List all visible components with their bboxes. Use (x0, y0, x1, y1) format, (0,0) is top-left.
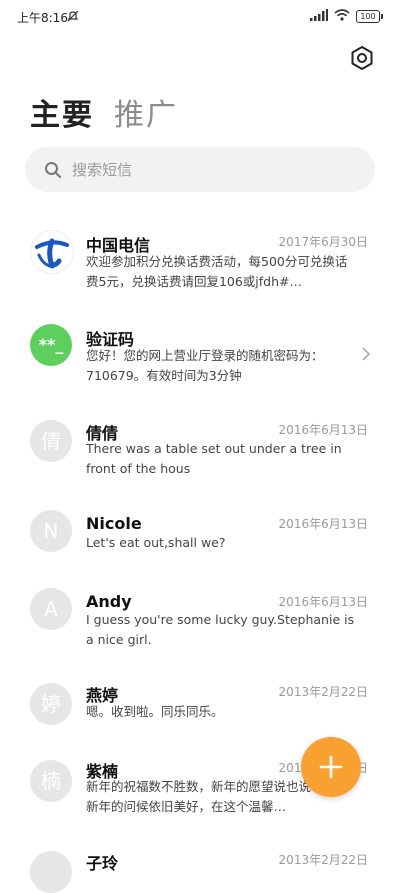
avatar: 婷 (30, 683, 72, 725)
conversation-snippet: Let's eat out,shall we? (86, 535, 226, 550)
settings-hexagon-icon (351, 45, 373, 71)
chevron-right-icon (362, 347, 371, 361)
conversation-snippet: 您好！您的网上营业厅登录的随机密码为：710679。有效时间为3分钟 (86, 348, 324, 383)
conversation-date: 2016年6月13日 (278, 595, 368, 609)
conversation-name: 子玲 (86, 854, 119, 873)
signal-icon (310, 9, 328, 24)
avatar: 楠 (30, 760, 72, 802)
conversation-date: 2016年6月13日 (278, 517, 368, 531)
conversation-date: 2017年6月30日 (278, 235, 368, 249)
conversation-item[interactable]: A Andy 2016年6月13日 I guess you're some lu… (0, 586, 400, 672)
conversation-item[interactable]: 倩 倩倩 2016年6月13日 There was a table set ou… (0, 414, 400, 500)
new-message-button[interactable] (301, 737, 361, 797)
tab-main[interactable]: 主要 (30, 90, 94, 134)
tab-bar: 主要 推广 (30, 90, 178, 134)
status-time: 上午8:16 (17, 11, 68, 25)
avatar (30, 851, 72, 893)
search-placeholder: 搜索短信 (72, 161, 133, 179)
notification-muted-icon (66, 9, 80, 26)
conversation-snippet: I guess you're some lucky guy.Stephanie … (86, 612, 355, 647)
wifi-icon (334, 9, 350, 24)
settings-button[interactable] (348, 44, 376, 72)
avatar: 倩 (30, 420, 72, 462)
conversation-item[interactable]: 中国电信 2017年6月30日 欢迎参加积分兑换话费活动，每500分可兑换话费5… (0, 218, 400, 304)
conversation-snippet: There was a table set out under a tree i… (86, 441, 342, 476)
tab-promotions[interactable]: 推广 (114, 90, 178, 134)
china-telecom-logo-icon (30, 230, 74, 274)
conversation-item[interactable]: **_ 验证码 您好！您的网上营业厅登录的随机密码为：710679。有效时间为3… (0, 318, 400, 404)
status-bar: 上午8:16 100 (0, 0, 400, 34)
conversation-snippet: 欢迎参加积分兑换话费活动，每500分可兑换话费5元，兑换话费请回复106或jfd… (86, 254, 348, 289)
conversation-snippet: 嗯。收到啦。同乐同乐。 (86, 704, 224, 719)
plus-icon (319, 755, 343, 779)
avatar: **_ (30, 324, 72, 366)
conversation-item[interactable]: 子玲 2013年2月22日 (0, 848, 400, 893)
avatar: A (30, 588, 72, 630)
search-input[interactable]: 搜索短信 (25, 147, 375, 192)
conversation-item[interactable]: N Nicole 2016年6月13日 Let's eat out,shall … (0, 508, 400, 578)
conversation-date: 2013年2月22日 (278, 685, 368, 699)
battery-icon: 100 (356, 10, 383, 23)
avatar: N (30, 510, 72, 552)
conversation-date: 2013年2月22日 (278, 853, 368, 867)
conversation-name: Andy (86, 592, 132, 611)
conversation-name: Nicole (86, 514, 142, 533)
conversation-date: 2016年6月13日 (278, 423, 368, 437)
search-icon (45, 161, 61, 178)
